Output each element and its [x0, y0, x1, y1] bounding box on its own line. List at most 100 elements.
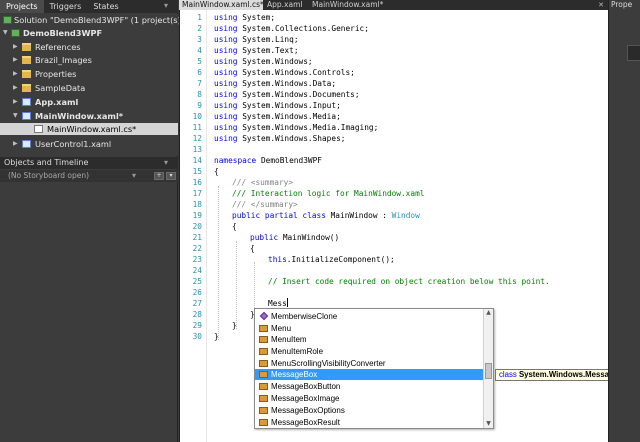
- completion-item[interactable]: MenuItemRole: [255, 346, 483, 357]
- line-number: 5: [197, 57, 202, 66]
- class-icon: [259, 325, 268, 332]
- code-text: }: [214, 332, 219, 341]
- project-label: DemoBlend3WPF: [23, 28, 103, 38]
- code-text: System.Windows.Media;: [242, 112, 341, 121]
- tree-item-label: Brazil_Images: [35, 55, 92, 65]
- folder-icon: [22, 56, 31, 64]
- code-line: using System.Collections.Generic;: [214, 23, 369, 34]
- tab-triggers[interactable]: Triggers: [44, 0, 88, 13]
- properties-title[interactable]: Prope: [611, 0, 632, 10]
- keyword: public: [232, 211, 261, 220]
- completion-item[interactable]: MemberwiseClone: [255, 311, 483, 322]
- doc-comment: /// Interaction logic for MainWindow.xam…: [232, 189, 425, 198]
- properties-search-input[interactable]: [627, 45, 640, 61]
- tree-item-properties[interactable]: ▶ Properties: [0, 68, 178, 80]
- keyword: using: [214, 101, 238, 110]
- collapse-arrow-icon[interactable]: ▶: [13, 138, 18, 150]
- completion-item[interactable]: MessageBoxImage: [255, 393, 483, 404]
- collapse-arrow-icon[interactable]: ▶: [13, 68, 18, 80]
- completion-item[interactable]: MenuItem: [255, 334, 483, 345]
- code-text: MainWindow :: [325, 211, 392, 220]
- class-icon: [259, 371, 268, 378]
- collapse-arrow-icon[interactable]: ▶: [13, 41, 18, 53]
- tree-item-label: MainWindow.xaml.cs*: [47, 124, 137, 134]
- xaml-file-icon: [22, 140, 31, 148]
- line-number: 24: [192, 266, 202, 275]
- code-line: {: [250, 243, 255, 254]
- storyboard-picker[interactable]: (No Storyboard open): [8, 170, 89, 182]
- completion-item-selected[interactable]: MessageBox: [255, 369, 483, 380]
- panel-menu-icon[interactable]: ▾: [164, 1, 168, 11]
- line-number: 28: [192, 310, 202, 319]
- code-text: System.Linq;: [242, 35, 299, 44]
- solution-icon: [3, 16, 12, 24]
- line-number: 11: [192, 123, 202, 132]
- collapse-arrow-icon[interactable]: ▶: [13, 96, 18, 108]
- tree-item-sampledata[interactable]: ▶ SampleData: [0, 82, 178, 94]
- code-text: DemoBlend3WPF: [256, 156, 322, 165]
- keyword: using: [214, 13, 238, 22]
- tab-app-xaml[interactable]: App.xaml: [267, 0, 309, 10]
- line-number: 3: [197, 35, 202, 44]
- typed-text: Mess: [268, 299, 287, 308]
- code-line: }: [214, 331, 219, 342]
- keyword: using: [214, 24, 238, 33]
- enum-icon: [259, 383, 268, 390]
- collapse-arrow-icon[interactable]: ▶: [13, 82, 18, 94]
- project-panel-tabs: Projects Triggers States: [0, 0, 178, 13]
- code-line: using System.Windows.Data;: [214, 78, 336, 89]
- panel-menu-icon[interactable]: ▾: [164, 158, 168, 168]
- code-line: }: [232, 320, 237, 331]
- tab-projects[interactable]: Projects: [0, 0, 44, 13]
- code-text: {: [250, 244, 255, 253]
- tab-states[interactable]: States: [87, 0, 124, 13]
- code-line: namespace DemoBlend3WPF: [214, 155, 322, 166]
- add-storyboard-button[interactable]: +: [154, 172, 164, 180]
- line-number: 9: [197, 101, 202, 110]
- scroll-up-icon[interactable]: ▲: [484, 309, 493, 317]
- tree-item-solution[interactable]: Solution "DemoBlend3WPF" (1 project(s)): [0, 14, 184, 26]
- objects-timeline-title: Objects and Timeline: [4, 158, 89, 167]
- keyword: namespace: [214, 156, 257, 165]
- method-icon: [259, 311, 269, 321]
- expand-arrow-icon[interactable]: ▼: [3, 27, 8, 39]
- scroll-down-icon[interactable]: ▼: [484, 420, 493, 428]
- expand-arrow-icon[interactable]: ▼: [13, 110, 18, 122]
- collapse-arrow-icon[interactable]: ▶: [13, 54, 18, 66]
- scroll-thumb[interactable]: [485, 363, 492, 379]
- completion-item[interactable]: Menu: [255, 323, 483, 334]
- tree-item-mainwindow-xaml[interactable]: ▼ MainWindow.xaml*: [0, 110, 178, 122]
- line-number: 7: [197, 79, 202, 88]
- completion-item[interactable]: MessageBoxResult: [255, 417, 483, 428]
- line-number: 13: [192, 145, 202, 154]
- tab-mainwindow-xaml[interactable]: MainWindow.xaml*: [312, 0, 383, 10]
- completion-scrollbar[interactable]: ▲ ▼: [483, 309, 493, 428]
- class-icon: [259, 360, 268, 367]
- tree-item-brazil-images[interactable]: ▶ Brazil_Images: [0, 54, 178, 66]
- storyboard-options-button[interactable]: ▾: [166, 172, 176, 180]
- code-text: {: [232, 222, 237, 231]
- completion-item[interactable]: MessageBoxButton: [255, 381, 483, 392]
- keyword: using: [214, 112, 238, 121]
- tree-item-project[interactable]: ▼ DemoBlend3WPF: [0, 27, 178, 39]
- tree-item-label: MainWindow.xaml*: [35, 111, 124, 121]
- tree-item-app-xaml[interactable]: ▶ App.xaml: [0, 96, 178, 108]
- tree-item-usercontrol1[interactable]: ▶ UserControl1.xaml: [0, 138, 178, 150]
- keyword: using: [214, 46, 238, 55]
- line-number: 1: [197, 13, 202, 22]
- text-caret: [286, 298, 288, 307]
- objects-timeline-header: Objects and Timeline ▾: [0, 157, 178, 169]
- code-text: }: [232, 321, 237, 330]
- tree-item-references[interactable]: ▶ References: [0, 41, 178, 53]
- completion-item[interactable]: MenuScrollingVisibilityConverter: [255, 358, 483, 369]
- close-icon[interactable]: ✕: [598, 0, 604, 10]
- storyboard-dropdown-icon[interactable]: ▾: [132, 171, 136, 181]
- tab-mainwindow-cs[interactable]: MainWindow.xaml.cs*: [179, 0, 264, 10]
- line-number: 12: [192, 134, 202, 143]
- solution-label: Solution "DemoBlend3WPF" (1 project(s)): [14, 15, 184, 25]
- tree-item-mainwindow-cs[interactable]: MainWindow.xaml.cs*: [0, 123, 178, 135]
- intellisense-list[interactable]: MemberwiseClone Menu MenuItem MenuItemRo…: [254, 308, 494, 429]
- enum-icon: [259, 407, 268, 414]
- completion-item[interactable]: MessageBoxOptions: [255, 405, 483, 416]
- code-text: System.Windows.Controls;: [242, 68, 355, 77]
